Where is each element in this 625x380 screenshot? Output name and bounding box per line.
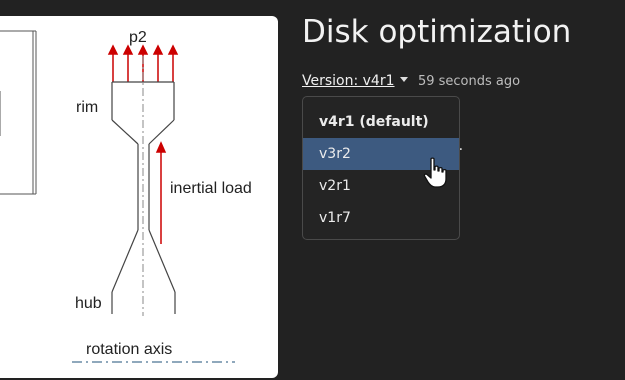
updated-timestamp: 59 seconds ago bbox=[417, 74, 521, 89]
rim-label: rim bbox=[76, 99, 98, 116]
version-option-v1r7[interactable]: v1r7 bbox=[303, 202, 459, 234]
version-dropdown-toggle[interactable]: Version: v4r1 bbox=[302, 73, 395, 89]
left-panel-frame bbox=[0, 30, 37, 195]
page-title: Disk optimization bbox=[302, 14, 572, 50]
version-row: Version: v4r1 59 seconds ago bbox=[302, 73, 520, 89]
hub-label: hub bbox=[75, 295, 102, 312]
p2-label: p2 bbox=[129, 29, 147, 46]
disk-diagram: p2 rim inertial load hub rotation axis bbox=[0, 29, 252, 363]
rotation-axis-label: rotation axis bbox=[86, 341, 172, 358]
hand-pointer-cursor bbox=[423, 157, 447, 188]
diagram-preview: p2 rim inertial load hub rotation axis bbox=[0, 16, 278, 378]
caret-down-icon[interactable] bbox=[399, 76, 408, 82]
version-option-v4r1[interactable]: v4r1 (default) bbox=[303, 106, 459, 138]
inertial-load-label: inertial load bbox=[170, 180, 252, 197]
inertial-load-arrow bbox=[155, 141, 167, 244]
